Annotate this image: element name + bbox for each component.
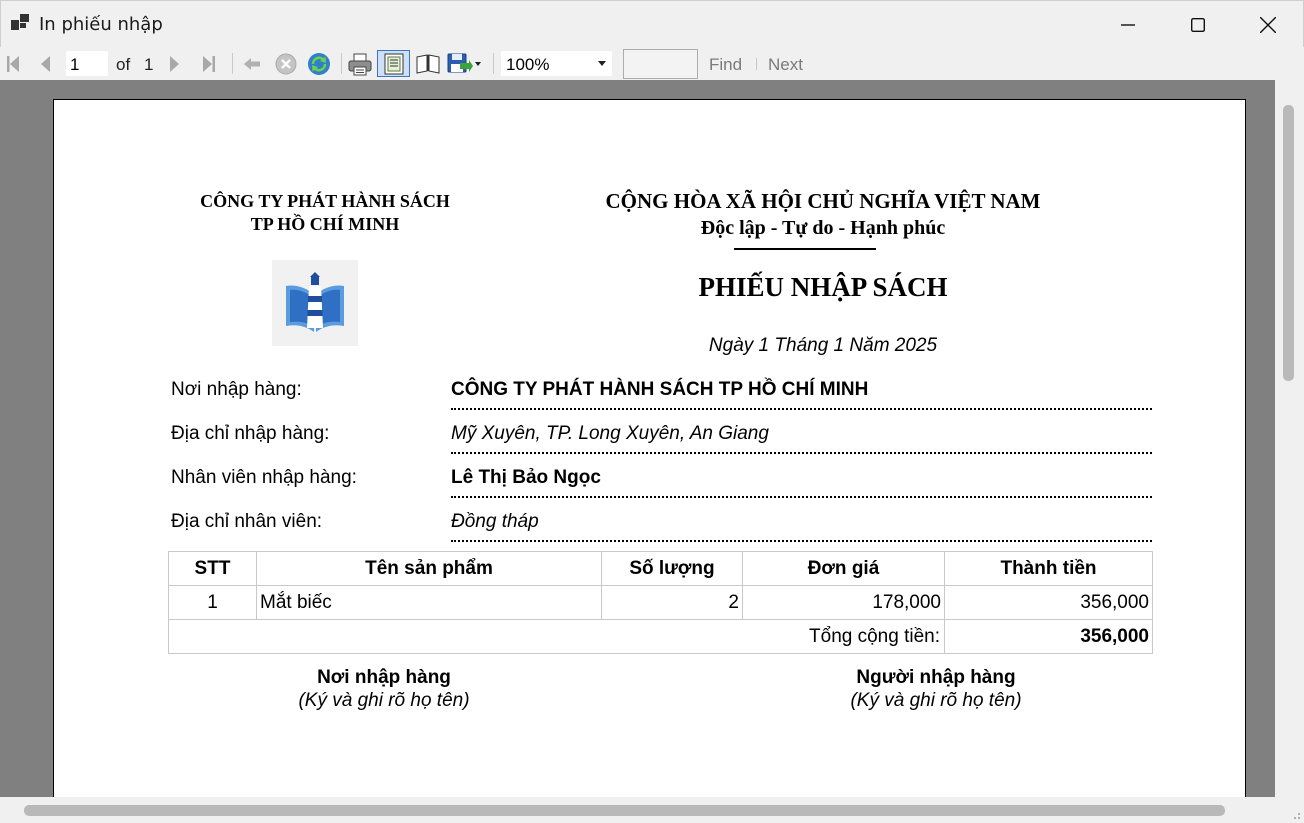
items-table: STT Tên sản phẩm Số lượng Đơn giá Thành … (168, 551, 1153, 654)
receiving-place-label: Nơi nhập hàng: (171, 379, 302, 400)
print-layout-button[interactable] (377, 50, 410, 77)
company-header: CÔNG TY PHÁT HÀNH SÁCH TP HỒ CHÍ MINH (154, 190, 496, 236)
print-layout-icon (384, 53, 403, 74)
resize-grip[interactable] (1275, 797, 1304, 823)
document-date: Ngày 1 Tháng 1 Năm 2025 (708, 335, 938, 356)
back-icon (244, 57, 260, 70)
export-icon (447, 53, 481, 72)
maximize-button[interactable] (1163, 1, 1233, 48)
header-quantity: Số lượng (601, 551, 743, 586)
total-label: Tổng cộng tiền: (168, 619, 945, 654)
next-page-button[interactable] (165, 51, 185, 76)
receiving-address-value: Mỹ Xuyên, TP. Long Xuyên, An Giang (451, 423, 1152, 454)
close-button[interactable] (1233, 1, 1303, 48)
last-page-button[interactable] (198, 51, 220, 76)
nation-name: CỘNG HÒA XÃ HỘI CHỦ NGHĨA VIỆT NAM (605, 189, 1041, 213)
first-page-icon (7, 55, 19, 72)
cell-quantity: 2 (601, 585, 743, 620)
print-button[interactable] (346, 51, 374, 76)
company-name-line2: TP HỒ CHÍ MINH (250, 214, 400, 234)
header-unit-price: Đơn giá (742, 551, 945, 586)
national-header: CỘNG HÒA XÃ HỘI CHỦ NGHĨA VIỆT NAM Độc l… (534, 188, 1112, 242)
signature-title: Người nhập hàng (856, 667, 1016, 688)
table-total-row: Tổng cộng tiền: 356,000 (168, 619, 1153, 654)
staff-address-label: Địa chỉ nhân viên: (171, 511, 323, 532)
nation-motto: Độc lập - Tự do - Hạnh phúc (700, 217, 946, 239)
cell-unit-price: 178,000 (742, 585, 945, 620)
signature-title: Nơi nhập hàng (317, 667, 451, 688)
next-page-icon (170, 55, 179, 72)
header-product-name: Tên sản phẩm (256, 551, 602, 586)
table-header-row: STT Tên sản phẩm Số lượng Đơn giá Thành … (168, 551, 1153, 586)
report-toolbar: 1 of 1 100% Find Next (0, 47, 1304, 80)
cell-amount: 356,000 (944, 585, 1153, 620)
page-setup-button[interactable] (414, 51, 442, 76)
close-icon (1260, 16, 1276, 33)
find-next-button[interactable]: Next (768, 55, 803, 75)
stop-button[interactable] (274, 51, 298, 76)
current-page-input[interactable]: 1 (66, 51, 108, 76)
cell-product-name: Mắt biếc (256, 585, 602, 620)
vertical-scroll-thumb[interactable] (1283, 105, 1294, 381)
zoom-value: 100% (506, 55, 550, 74)
refresh-button[interactable] (307, 51, 331, 76)
find-input[interactable] (623, 49, 698, 79)
first-page-button[interactable] (3, 51, 23, 76)
previous-page-button[interactable] (35, 51, 55, 76)
refresh-icon (308, 52, 330, 75)
minimize-icon (1121, 23, 1135, 26)
title-bar: In phiếu nhập (0, 0, 1304, 47)
window-title: In phiếu nhập (39, 14, 163, 35)
maximize-icon (1191, 17, 1205, 32)
staff-name-value: Lê Thị Bảo Ngọc (451, 467, 1152, 498)
horizontal-scroll-thumb[interactable] (24, 805, 1225, 816)
minimize-button[interactable] (1093, 1, 1163, 48)
header-stt: STT (168, 551, 257, 586)
resize-grip-icon (1294, 813, 1300, 819)
horizontal-scrollbar[interactable] (0, 797, 1275, 823)
page-setup-icon (416, 53, 440, 74)
app-icon (11, 14, 29, 30)
of-label: of (116, 55, 131, 74)
total-pages-label: 1 (144, 55, 154, 74)
zoom-select[interactable]: 100% (501, 51, 612, 76)
receiving-address-label: Địa chỉ nhập hàng: (171, 423, 330, 444)
cell-stt: 1 (168, 585, 257, 620)
header-amount: Thành tiền (944, 551, 1153, 586)
chevron-down-icon (598, 61, 606, 66)
print-icon (348, 53, 372, 75)
receiving-place-value: CÔNG TY PHÁT HÀNH SÁCH TP HỒ CHÍ MINH (451, 379, 1152, 410)
find-button[interactable]: Find (709, 55, 742, 75)
report-viewer[interactable]: CÔNG TY PHÁT HÀNH SÁCH TP HỒ CHÍ MINH CỘ… (0, 80, 1275, 797)
motto-underline (734, 248, 876, 250)
stop-icon (275, 53, 297, 74)
export-button[interactable] (446, 51, 484, 76)
vertical-scrollbar[interactable] (1275, 80, 1304, 797)
staff-address-value: Đồng tháp (451, 511, 1152, 542)
document-title: PHIẾU NHẬP SÁCH (698, 272, 948, 302)
book-lighthouse-logo-icon (286, 272, 344, 332)
signature-receiver: Người nhập hàng (Ký và ghi rõ họ tên) (796, 666, 1076, 712)
signature-receiving-place: Nơi nhập hàng (Ký và ghi rõ họ tên) (244, 666, 524, 712)
total-value: 356,000 (944, 619, 1153, 654)
company-logo (272, 260, 358, 346)
signature-note: (Ký và ghi rõ họ tên) (850, 690, 1022, 711)
signature-note: (Ký và ghi rõ họ tên) (298, 690, 470, 711)
table-row: 1 Mắt biếc 2 178,000 356,000 (168, 585, 1153, 620)
last-page-icon (203, 55, 215, 72)
report-page: CÔNG TY PHÁT HÀNH SÁCH TP HỒ CHÍ MINH CỘ… (53, 99, 1246, 797)
staff-name-label: Nhân viên nhập hàng: (171, 467, 357, 488)
previous-page-icon (41, 55, 50, 72)
company-name-line1: CÔNG TY PHÁT HÀNH SÁCH (200, 191, 450, 211)
back-button[interactable] (241, 51, 263, 76)
